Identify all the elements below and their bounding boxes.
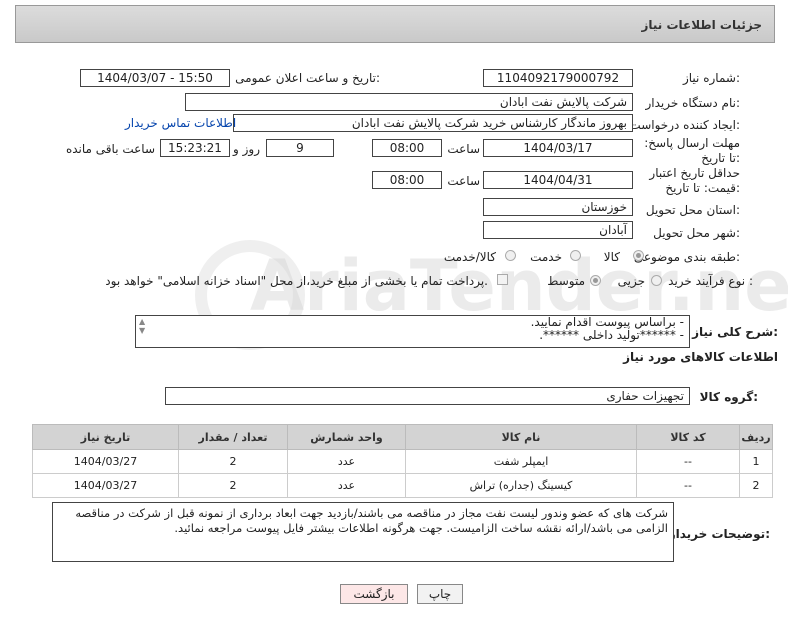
need-number-label: شماره نیاز: [682,71,740,85]
payment-checkbox[interactable] [497,274,508,285]
cell-code: -- [636,473,740,498]
need-number-field: 1104092179000792 [483,69,633,87]
col-unit: واحد شمارش [287,424,406,450]
goods-group-label: گروه کالا: [699,390,758,404]
validity-time-label: ساعت [447,174,480,188]
cell-qty: 2 [178,473,288,498]
goods-table-header: ردیف کد کالا نام کالا واحد شمارش تعداد /… [32,424,773,450]
creator-label: ایجاد کننده درخواست: [629,118,740,132]
reply-date-field: 1404/03/17 [483,139,633,157]
goods-table: ردیف کد کالا نام کالا واحد شمارش تعداد /… [32,424,773,498]
category-option-goods: کالا [603,250,620,264]
cell-unit: عدد [287,473,406,498]
table-row: 2 -- کیسینگ (جداره) تراش عدد 2 1404/03/2… [32,473,773,498]
remaining-label: ساعت باقی مانده [65,142,155,156]
creator-field: بهروز ماندگار کارشناس خرید شرکت پالایش ن… [233,114,633,132]
category-radio-service[interactable] [570,250,581,261]
cell-qty: 2 [178,449,288,474]
payment-note: پرداخت تمام یا بخشی از مبلغ خرید،از محل … [105,274,488,288]
category-option-goods-service: کالا/خدمت [443,250,496,264]
process-option-medium: متوسط [547,274,585,288]
cell-unit: عدد [287,449,406,474]
day-and-label: روز و [233,142,260,156]
province-field: خوزستان [483,198,633,216]
table-row: 1 -- ایمپلر شفت عدد 2 1404/03/27 [32,449,773,474]
cell-date: 1404/03/27 [32,449,179,474]
cell-row: 1 [739,449,773,474]
reply-days-field: 9 [266,139,334,157]
validity-label: حداقل تاریخ اعتبار قیمت: تا تاریخ: [649,166,740,195]
process-radio-minor[interactable] [651,275,662,286]
buyer-notes-label: توضیحات خریدار: [668,527,770,541]
city-label: شهر محل تحویل: [653,226,740,240]
remaining-time-field: 15:23:21 [160,139,230,157]
col-code: کد کالا [636,424,740,450]
buyer-org-field: شرکت پالایش نفت ابادان [185,93,633,111]
description-line-2: - ******تولید داخلی ******. [539,328,684,342]
col-row: ردیف [739,424,773,450]
description-label: شرح کلی نیاز: [692,325,778,339]
category-option-service: خدمت [530,250,562,264]
description-textarea[interactable]: - براساس پیوست اقدام نمایید. - ******تول… [135,315,690,348]
reply-time-label: ساعت [447,142,480,156]
buyer-contact-link[interactable]: اطلاعات تماس خریدار [125,116,236,130]
col-name: نام کالا [405,424,637,450]
province-label: استان محل تحویل: [645,203,740,217]
header-panel: جزئیات اطلاعات نیاز [15,5,775,43]
process-label: نوع فرآیند خرید : [668,274,753,288]
process-radio-medium[interactable] [590,275,601,286]
goods-group-field: تجهیزات حفاری [165,387,690,405]
reply-time-field: 08:00 [372,139,442,157]
category-radio-goods-service[interactable] [505,250,516,261]
announce-field: 1404/03/07 - 15:50 [80,69,230,87]
cell-name: ایمپلر شفت [405,449,637,474]
category-label: طبقه بندی موضوعی: [633,250,740,264]
buyer-notes-textarea[interactable]: شرکت های که عضو وندور لیست نفت مجاز در م… [52,502,674,562]
col-qty: تعداد / مقدار [178,424,288,450]
back-button[interactable]: بازگشت [340,584,408,604]
buyer-notes-text: شرکت های که عضو وندور لیست نفت مجاز در م… [75,506,668,535]
cell-row: 2 [739,473,773,498]
cell-code: -- [636,449,740,474]
col-date: تاریخ نیاز [32,424,179,450]
scroll-down-icon[interactable]: ▼ [139,326,145,335]
city-field: آبادان [483,221,633,239]
goods-section-title: اطلاعات کالاهای مورد نیاز [623,350,778,364]
validity-date-field: 1404/04/31 [483,171,633,189]
cell-date: 1404/03/27 [32,473,179,498]
reply-deadline-label: مهلت ارسال پاسخ: تا تاریخ: [644,136,740,165]
category-radio-goods[interactable] [633,250,644,261]
announce-label: تاریخ و ساعت اعلان عمومی: [235,71,380,85]
page-title: جزئیات اطلاعات نیاز [641,18,762,32]
print-button[interactable]: چاپ [417,584,463,604]
cell-name: کیسینگ (جداره) تراش [405,473,637,498]
scroll-up-icon[interactable]: ▲ [139,317,145,326]
buyer-org-label: نام دستگاه خریدار: [645,96,741,110]
process-option-minor: جزیی [617,274,645,288]
validity-time-field: 08:00 [372,171,442,189]
